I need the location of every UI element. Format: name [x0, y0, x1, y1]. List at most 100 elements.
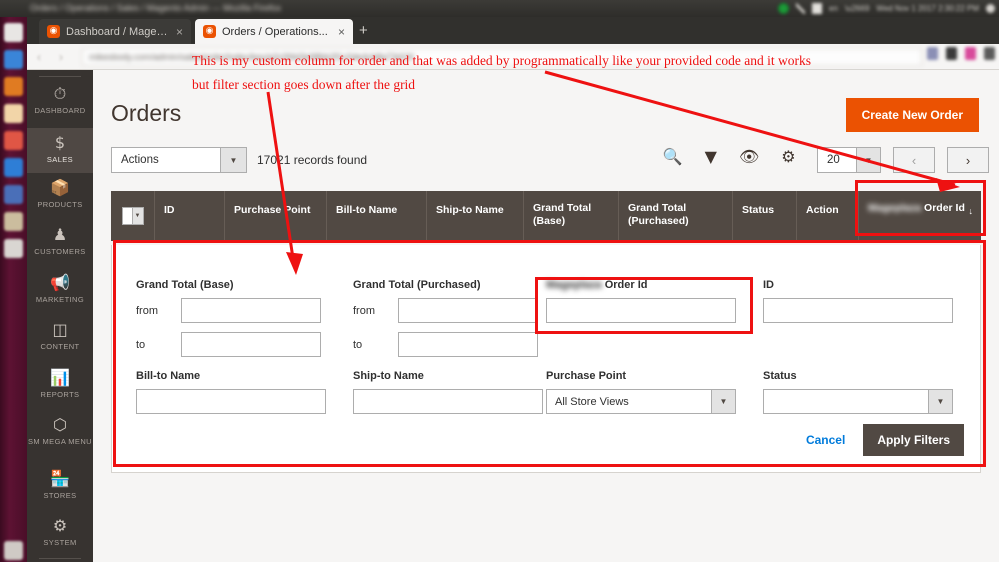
grand-total-base-from-input[interactable] [181, 298, 321, 323]
grid-header-row: ▼ ID Purchase Point Bill-to Name Ship-to… [111, 191, 981, 241]
search-icon[interactable]: 🔍 [663, 146, 683, 168]
pencil-icon[interactable] [927, 47, 938, 60]
apply-filters-button[interactable]: Apply Filters [863, 424, 964, 456]
tray-volume-icon[interactable]: \u2669 [845, 4, 869, 13]
cancel-filters-link[interactable]: Cancel [806, 433, 845, 447]
column-header-ship-to-name[interactable]: Ship-to Name [427, 191, 524, 241]
tray-keyboard-icon[interactable]: en [829, 4, 838, 13]
launcher-icon-terminal[interactable] [4, 212, 23, 231]
page-size-dropdown[interactable]: 20 ▼ [817, 147, 881, 173]
browser-tab-orders[interactable]: ◉ Orders / Operations... × [195, 19, 353, 44]
previous-page-button[interactable]: ‹ [893, 147, 935, 173]
browser-tabstrip: ◉ Dashboard / Magen... × ◉ Orders / Oper… [27, 17, 999, 44]
column-header-id[interactable]: ID [155, 191, 225, 241]
sidebar-item-marketing[interactable]: 📢 MARKETING [27, 273, 93, 317]
select-all-checkbox[interactable]: ▼ [111, 191, 155, 241]
column-header-action[interactable]: Action [797, 191, 859, 241]
unity-launcher [0, 17, 27, 562]
menu-icon[interactable] [984, 47, 995, 60]
browser-tab-dashboard[interactable]: ◉ Dashboard / Magen... × [39, 19, 191, 44]
launcher-icon-dash[interactable] [4, 23, 23, 42]
columns-eye-icon[interactable]: 👁 [739, 146, 759, 168]
next-page-button[interactable]: › [947, 147, 989, 173]
tray-bluetooth-icon[interactable] [796, 3, 805, 14]
column-header-grand-total-base[interactable]: Grand Total(Base) [524, 191, 619, 241]
launcher-icon-docs[interactable] [4, 104, 23, 123]
grand-total-purchased-to-input[interactable] [398, 332, 538, 357]
custom-order-id-input[interactable] [546, 298, 736, 323]
filter-grand-total-purchased: Grand Total (Purchased) from to [353, 279, 543, 366]
screen-root: Orders / Operations / Sales / Magento Ad… [0, 0, 999, 562]
launcher-icon-firefox[interactable] [4, 77, 23, 96]
filter-label: Bill-to Name [136, 370, 326, 382]
address-bar[interactable]: mikesbody.com/admin/sales/order/index/ke… [82, 48, 922, 66]
id-input[interactable] [763, 298, 953, 323]
status-select[interactable]: ▼ [763, 389, 953, 414]
launcher-icon-trash[interactable] [4, 541, 23, 560]
sidebar-item-sm-mega-menu[interactable]: ⬡ SM MEGA MENU [27, 415, 93, 465]
tab-label: Dashboard / Magen... [66, 26, 170, 38]
tray-battery-icon[interactable] [812, 3, 822, 14]
filter-status: Status ▼ [763, 370, 953, 414]
filter-id: ID [763, 279, 953, 323]
launcher-icon-software[interactable] [4, 158, 23, 177]
chevron-down-icon: ▼ [856, 148, 880, 172]
box-icon: 📦 [27, 178, 93, 198]
hexagon-icon: ⬡ [27, 415, 93, 435]
filter-actions: Cancel Apply Filters [806, 424, 964, 456]
firefox-window: ◉ Dashboard / Magen... × ◉ Orders / Oper… [27, 17, 999, 562]
tray-session-icon[interactable] [986, 4, 995, 13]
ship-to-name-input[interactable] [353, 389, 543, 414]
magento-admin: ⏱ DASHBOARD $ SALES 📦 PRODUCTS ♟ CUSTOME… [27, 70, 999, 562]
tray-status-icon[interactable] [778, 3, 789, 14]
launcher-icon-editor[interactable] [4, 185, 23, 204]
tray-clock[interactable]: Wed Nov 1 2017 2:30:22 PM [876, 4, 979, 13]
back-icon[interactable]: ‹ [37, 50, 41, 64]
filter-range-to: to [136, 332, 326, 357]
column-header-grand-total-purchased[interactable]: Grand Total(Purchased) [619, 191, 733, 241]
bill-to-name-input[interactable] [136, 389, 326, 414]
bar-chart-icon: 📊 [27, 368, 93, 388]
os-top-panel: Orders / Operations / Sales / Magento Ad… [0, 0, 999, 17]
column-header-bill-to-name[interactable]: Bill-to Name [327, 191, 427, 241]
actions-dropdown[interactable]: Actions ▼ [111, 147, 247, 173]
settings-gear-icon[interactable]: ⚙ [781, 146, 795, 168]
column-header-status[interactable]: Status [733, 191, 797, 241]
sidebar-item-label: DASHBOARD [27, 106, 93, 115]
filter-label-text: Order Id [605, 279, 648, 291]
account-icon[interactable] [965, 47, 976, 60]
close-icon[interactable]: × [338, 25, 345, 39]
close-icon[interactable]: × [176, 25, 183, 39]
sidebar-item-content[interactable]: ◫ CONTENT [27, 320, 93, 364]
sidebar-item-products[interactable]: 📦 PRODUCTS [27, 178, 93, 222]
sidebar-item-label: CUSTOMERS [27, 247, 93, 256]
filter-custom-order-id: Mageplaza Order Id [546, 279, 736, 323]
chevron-down-icon: ▼ [928, 390, 952, 413]
sidebar-item-dashboard[interactable]: ⏱ DASHBOARD [27, 84, 93, 128]
sidebar-item-label: CONTENT [27, 342, 93, 351]
filters-panel: Grand Total (Base) from to Grand Total (… [111, 245, 981, 473]
sidebar-item-system[interactable]: ⚙ SYSTEM [27, 516, 93, 560]
sidebar-item-customers[interactable]: ♟ CUSTOMERS [27, 225, 93, 269]
filter-range-to: to [353, 332, 543, 357]
sidebar-item-stores[interactable]: 🏪 STORES [27, 469, 93, 513]
sidebar-item-sales[interactable]: $ SALES [27, 128, 93, 173]
filter-icon[interactable]: ▼ [705, 146, 717, 168]
create-new-order-button[interactable]: Create New Order [846, 98, 979, 132]
purchase-point-select[interactable]: All Store Views ▼ [546, 389, 736, 414]
forward-icon[interactable]: › [59, 50, 63, 64]
filter-label: Purchase Point [546, 370, 736, 382]
redacted-vendor-prefix: Mageplaza [868, 202, 921, 214]
launcher-icon-settings[interactable] [4, 239, 23, 258]
grand-total-purchased-from-input[interactable] [398, 298, 538, 323]
grand-total-base-to-input[interactable] [181, 332, 321, 357]
sidebar-item-reports[interactable]: 📊 REPORTS [27, 368, 93, 412]
launcher-icon-media[interactable] [4, 131, 23, 150]
chevron-down-icon: ▼ [220, 148, 246, 172]
new-tab-button[interactable]: + [359, 22, 368, 39]
column-header-purchase-point[interactable]: Purchase Point [225, 191, 327, 241]
column-header-custom-order-id[interactable]: Mageplaza Order Id ↓ [859, 191, 981, 241]
launcher-icon-files[interactable] [4, 50, 23, 69]
download-icon[interactable] [946, 47, 957, 60]
layout-icon: ◫ [27, 320, 93, 340]
